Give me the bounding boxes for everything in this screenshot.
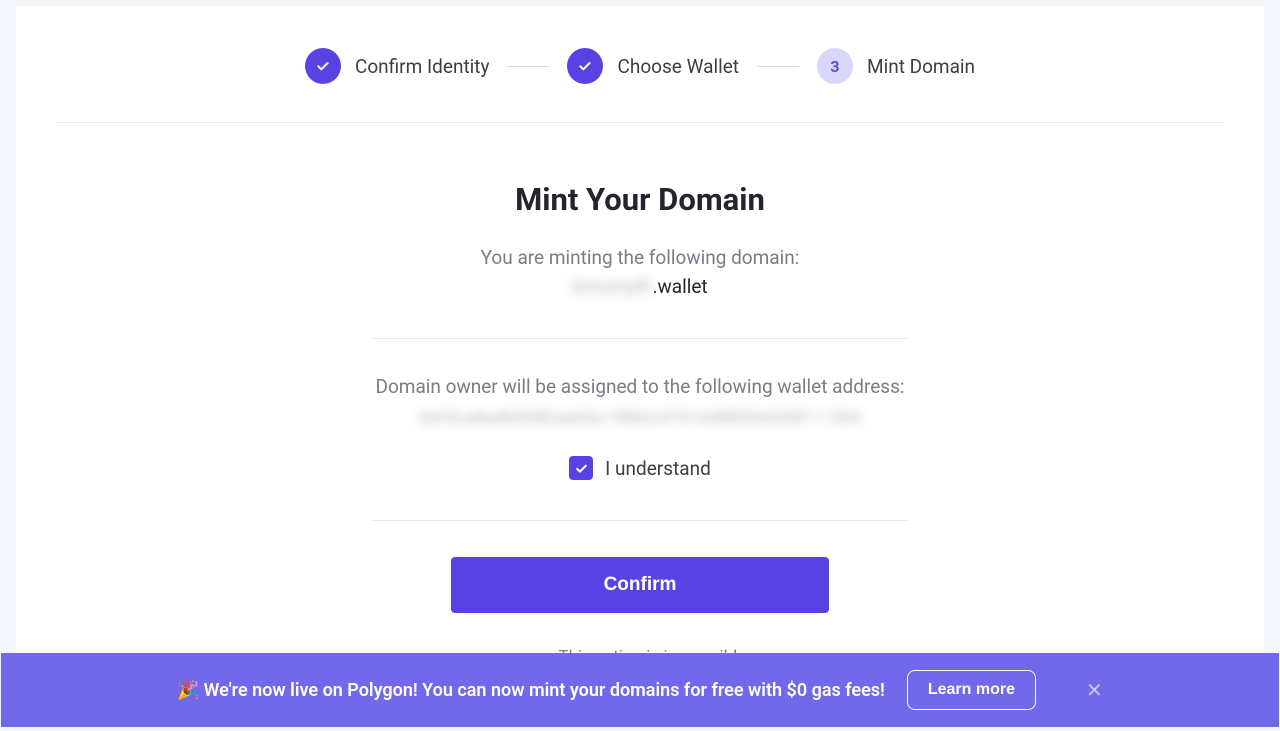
minting-intro-text: You are minting the following domain: <box>56 246 1224 269</box>
step-mint-domain: 3 Mint Domain <box>817 48 975 84</box>
main-card: Confirm Identity Choose Wallet 3 Mint Do… <box>16 6 1264 676</box>
check-icon <box>305 48 341 84</box>
party-emoji-icon: 🎉 <box>177 680 199 701</box>
step-number-icon: 3 <box>817 48 853 84</box>
content-area: Mint Your Domain You are minting the fol… <box>56 123 1224 667</box>
domain-name: bmumyth.wallet <box>56 275 1224 298</box>
step-label: Choose Wallet <box>617 55 739 78</box>
divider <box>372 520 908 521</box>
step-label: Mint Domain <box>867 55 975 78</box>
divider <box>372 338 908 339</box>
understand-row: I understand <box>56 456 1224 480</box>
page-title: Mint Your Domain <box>56 181 1224 218</box>
step-label: Confirm Identity <box>355 55 490 78</box>
step-choose-wallet: Choose Wallet <box>567 48 739 84</box>
domain-prefix-blurred: bmumyth <box>572 275 652 298</box>
check-icon <box>567 48 603 84</box>
owner-intro-text: Domain owner will be assigned to the fol… <box>56 375 1224 398</box>
step-divider <box>757 66 799 67</box>
announcement-banner: 🎉We're now live on Polygon! You can now … <box>1 653 1279 727</box>
understand-checkbox[interactable] <box>569 456 593 480</box>
stepper: Confirm Identity Choose Wallet 3 Mint Do… <box>56 48 1224 123</box>
banner-text: 🎉We're now live on Polygon! You can now … <box>177 680 885 701</box>
learn-more-button[interactable]: Learn more <box>907 670 1036 710</box>
banner-message: We're now live on Polygon! You can now m… <box>204 680 885 701</box>
domain-suffix: .wallet <box>652 275 707 298</box>
understand-label: I understand <box>605 457 711 480</box>
step-divider <box>507 66 549 67</box>
close-icon[interactable]: ✕ <box>1086 678 1103 702</box>
step-confirm-identity: Confirm Identity <box>305 48 490 84</box>
wallet-address-blurred: 0xF0ca8adh0HB2ae03c19BAC4751A08B304330F1… <box>56 408 1224 428</box>
confirm-button[interactable]: Confirm <box>451 557 829 613</box>
